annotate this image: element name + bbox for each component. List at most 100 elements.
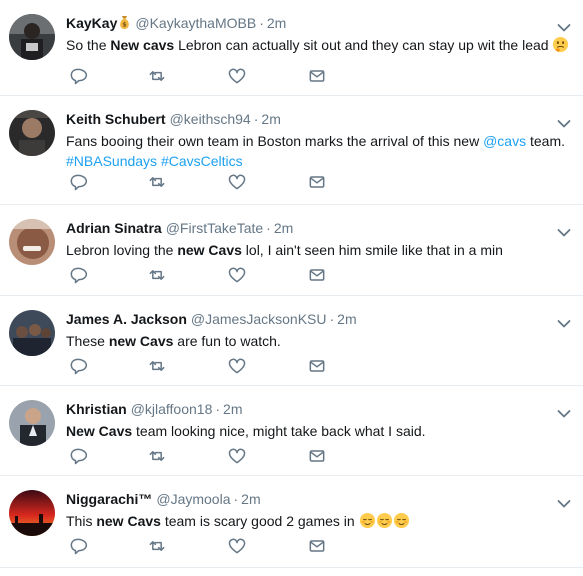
- display-name[interactable]: Keith Schubert: [66, 111, 166, 127]
- svg-text:$: $: [123, 22, 127, 29]
- direct-message-button[interactable]: [307, 172, 327, 192]
- separator-dot: ·: [215, 401, 221, 417]
- avatar[interactable]: [9, 219, 55, 265]
- retweet-icon: [147, 451, 167, 470]
- hashtag-link[interactable]: #NBASundays: [66, 153, 157, 169]
- retweet-button[interactable]: [147, 446, 167, 466]
- timestamp[interactable]: 2m: [223, 401, 242, 417]
- hashtag-link[interactable]: #CavsCeltics: [161, 153, 243, 169]
- tweet[interactable]: KayKay $ @KaykaythaMOBB · 2m So the New cavs …: [0, 0, 583, 96]
- tweet-actions: [66, 172, 366, 192]
- text-segment: team.: [526, 133, 565, 149]
- tweet-header: James A. Jackson @JamesJacksonKSU · 2m: [66, 310, 357, 328]
- timestamp[interactable]: 2m: [274, 220, 293, 236]
- direct-message-button[interactable]: [307, 446, 327, 466]
- direct-message-button[interactable]: [307, 265, 327, 285]
- avatar[interactable]: [9, 400, 55, 446]
- timestamp[interactable]: 2m: [241, 491, 260, 507]
- relieved-face-emoji-icon: [376, 512, 393, 529]
- retweet-icon: [147, 71, 167, 90]
- user-handle[interactable]: @KaykaythaMOBB: [135, 15, 256, 31]
- like-button[interactable]: [227, 172, 247, 192]
- reply-button[interactable]: [68, 356, 88, 376]
- display-name[interactable]: KayKay: [66, 15, 117, 31]
- display-name[interactable]: James A. Jackson: [66, 311, 187, 327]
- tweet-text: Fans booing their own team in Boston mar…: [66, 131, 576, 171]
- retweet-icon: [147, 361, 167, 380]
- user-handle[interactable]: @keithsch94: [170, 111, 251, 127]
- like-button[interactable]: [227, 446, 247, 466]
- direct-message-button[interactable]: [307, 356, 327, 376]
- text-segment: Lebron can actually sit out and they can…: [174, 37, 553, 53]
- like-button[interactable]: [227, 356, 247, 376]
- text-segment: This: [66, 513, 97, 529]
- tweet-text: Lebron loving the new Cavs lol, I ain't …: [66, 240, 576, 260]
- like-icon: [227, 267, 247, 289]
- avatar[interactable]: [9, 14, 55, 60]
- tweet-actions: [66, 265, 366, 285]
- reply-button[interactable]: [68, 265, 88, 285]
- avatar[interactable]: [9, 490, 55, 536]
- tweet[interactable]: James A. Jackson @JamesJacksonKSU · 2m These…: [0, 296, 583, 386]
- timestamp[interactable]: 2m: [261, 111, 280, 127]
- like-icon: [227, 174, 247, 196]
- like-button[interactable]: [227, 265, 247, 285]
- retweet-button[interactable]: [147, 66, 167, 86]
- chevron-down-icon[interactable]: [557, 496, 571, 508]
- retweet-button[interactable]: [147, 265, 167, 285]
- tweet-text: So the New cavs Lebron can actually sit …: [66, 35, 576, 55]
- direct-message-icon: [307, 360, 327, 380]
- user-handle[interactable]: @Jaymoola: [156, 491, 230, 507]
- chevron-down-icon[interactable]: [557, 225, 571, 237]
- avatar[interactable]: [9, 310, 55, 356]
- retweet-button[interactable]: [147, 356, 167, 376]
- chevron-down-icon[interactable]: [557, 316, 571, 328]
- user-handle[interactable]: @JamesJacksonKSU: [191, 311, 327, 327]
- separator-dot: ·: [266, 220, 271, 236]
- separator-dot: ·: [259, 15, 264, 31]
- tweet[interactable]: Adrian Sinatra @FirstTakeTate · 2m Lebron lo…: [0, 205, 583, 296]
- retweet-icon: [147, 270, 167, 289]
- like-button[interactable]: [227, 536, 247, 556]
- reply-button[interactable]: [68, 66, 88, 86]
- timestamp[interactable]: 2m: [267, 15, 286, 31]
- reply-icon: [68, 538, 88, 560]
- reply-button[interactable]: [68, 536, 88, 556]
- like-button[interactable]: [227, 66, 247, 86]
- user-handle[interactable]: @FirstTakeTate: [166, 220, 263, 236]
- reply-icon: [68, 267, 88, 289]
- chevron-down-icon[interactable]: [557, 20, 571, 32]
- direct-message-icon: [307, 269, 327, 289]
- text-segment: These: [66, 333, 109, 349]
- direct-message-icon: [307, 450, 327, 470]
- reply-button[interactable]: [68, 172, 88, 192]
- highlighted-term: New Cavs: [66, 423, 133, 439]
- direct-message-icon: [307, 176, 327, 196]
- retweet-icon: [147, 177, 167, 196]
- separator-dot: ·: [253, 111, 259, 127]
- display-name[interactable]: Khristian: [66, 401, 127, 417]
- retweet-button[interactable]: [147, 172, 167, 192]
- retweet-button[interactable]: [147, 536, 167, 556]
- tweet-header: Khristian @kjlaffoon18 · 2m: [66, 400, 243, 418]
- tweet[interactable]: Khristian @kjlaffoon18 · 2m New Cavs team lo…: [0, 386, 583, 476]
- direct-message-button[interactable]: [307, 536, 327, 556]
- text-segment: are fun to watch.: [173, 333, 281, 349]
- display-name[interactable]: Niggarachi™: [66, 491, 152, 507]
- tweet-timeline: KayKay $ @KaykaythaMOBB · 2m So the New cavs …: [0, 0, 583, 576]
- tweet[interactable]: Niggarachi™ @Jaymoola · 2m This new Cavs tea…: [0, 476, 583, 568]
- mention-link[interactable]: @cavs: [483, 133, 526, 149]
- tweet[interactable]: Keith Schubert @keithsch94 · 2m Fans booing …: [0, 96, 583, 205]
- timestamp[interactable]: 2m: [337, 311, 356, 327]
- display-name[interactable]: Adrian Sinatra: [66, 220, 162, 236]
- chevron-down-icon[interactable]: [557, 116, 571, 128]
- relieved-face-emoji-icon: [359, 512, 376, 529]
- user-handle[interactable]: @kjlaffoon18: [131, 401, 213, 417]
- direct-message-button[interactable]: [307, 66, 327, 86]
- avatar[interactable]: [9, 110, 55, 156]
- tweet-actions: [66, 356, 366, 376]
- like-icon: [227, 358, 247, 380]
- reply-button[interactable]: [68, 446, 88, 466]
- chevron-down-icon[interactable]: [557, 406, 571, 418]
- highlighted-term: New cavs: [110, 37, 175, 53]
